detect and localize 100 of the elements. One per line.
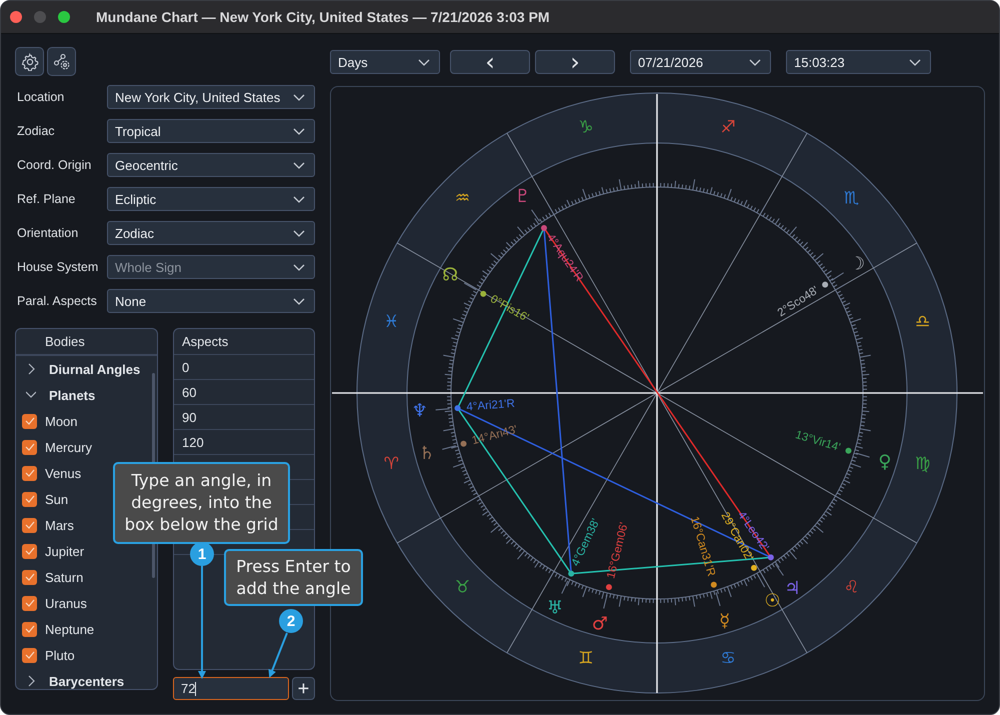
planet-glyph: ☉: [764, 590, 780, 612]
nodes-gear-icon: [52, 52, 70, 70]
leader-line: [856, 452, 870, 458]
column-header: Aspects: [174, 329, 314, 355]
dropdown[interactable]: Zodiac: [107, 221, 315, 245]
checkbox[interactable]: [22, 648, 37, 662]
planet-label: 4°Ari21'R: [466, 398, 516, 414]
table-cell[interactable]: 90: [182, 410, 196, 424]
tree-item[interactable]: Uranus: [45, 596, 87, 610]
sign-glyph: ♐: [720, 117, 736, 138]
tree-item[interactable]: Venus: [45, 466, 82, 480]
dropdown[interactable]: New York City, United States: [107, 85, 315, 109]
callout: Press Enter to add the angle: [224, 549, 363, 606]
sign-glyph: ♎: [915, 312, 930, 332]
leader-line: [435, 408, 450, 410]
chevron-down-icon: [293, 298, 305, 304]
checkbox[interactable]: [22, 518, 37, 532]
add-button[interactable]: +: [292, 677, 315, 700]
dropdown[interactable]: Ecliptic: [107, 187, 315, 211]
checkbox[interactable]: [22, 544, 37, 558]
check-icon: [24, 651, 34, 659]
gear-icon: [20, 52, 38, 70]
tree-group[interactable]: Planets: [49, 388, 96, 402]
sign-glyph: ♋: [720, 648, 736, 669]
leader-line: [531, 209, 540, 222]
next-button[interactable]: ›: [535, 50, 615, 74]
previous-button[interactable]: ‹: [450, 50, 530, 74]
leader-line: [774, 564, 784, 576]
input-field[interactable]: 72: [173, 677, 289, 700]
leader-line: [561, 580, 568, 594]
column-header: Bodies: [16, 329, 157, 356]
planet-glyph: ♆: [412, 400, 428, 422]
arrow: [268, 632, 288, 678]
chevron-down-icon: [909, 58, 921, 66]
dropdown[interactable]: Geocentric: [107, 153, 315, 177]
checkbox[interactable]: [22, 414, 37, 428]
check-icon: [24, 547, 34, 555]
planet-glyph: ♀: [878, 451, 892, 472]
leader-line: [831, 272, 844, 281]
sign-glyph: ♏: [844, 188, 860, 209]
table-cell[interactable]: 120: [182, 434, 204, 450]
chevron-down-icon: [293, 128, 305, 134]
tree-item[interactable]: Saturn: [45, 570, 84, 584]
chevron-down-icon: [293, 94, 305, 100]
expander-icon[interactable]: [26, 363, 36, 375]
check-icon: [24, 469, 34, 477]
checkbox[interactable]: [22, 596, 37, 610]
chevron-down-icon: [293, 162, 305, 168]
chevron-down-icon: [293, 230, 305, 236]
date-picker[interactable]: 07/21/2026: [630, 50, 771, 74]
check-icon: [24, 417, 34, 425]
check-icon: [24, 573, 34, 581]
checkbox[interactable]: [22, 492, 37, 506]
sign-glyph: ♌: [844, 577, 860, 598]
table-cell[interactable]: 0: [182, 360, 190, 374]
expander-icon[interactable]: [26, 675, 36, 687]
tree-group[interactable]: Barycenters: [49, 674, 124, 688]
tree-item[interactable]: Neptune: [45, 622, 94, 636]
check-icon: [24, 495, 34, 503]
planet-label: 14°Ari43': [470, 424, 519, 448]
leader-line: [442, 445, 456, 450]
settings-button[interactable]: [15, 47, 44, 76]
planet-glyph: ♅: [546, 598, 563, 618]
field-label: Ref. Plane: [16, 192, 76, 206]
zoom-button[interactable]: [58, 11, 70, 23]
planet-label: 13°Vir14': [794, 429, 842, 454]
sign-glyph: ♉: [454, 577, 470, 598]
tree-item[interactable]: Mars: [45, 518, 74, 532]
tree-item[interactable]: Moon: [45, 414, 78, 428]
dropdown[interactable]: None: [107, 289, 315, 313]
checkbox[interactable]: [22, 622, 37, 636]
sign-glyph: ♍: [915, 454, 930, 474]
tree-item[interactable]: Pluto: [45, 648, 75, 662]
tree-item[interactable]: Sun: [45, 492, 68, 506]
planet-glyph: ☽: [848, 254, 866, 275]
tree-item[interactable]: Jupiter: [45, 544, 84, 558]
dropdown[interactable]: Tropical: [107, 119, 315, 143]
planet-glyph: ♇: [514, 186, 531, 208]
table-cell[interactable]: 60: [182, 384, 196, 400]
checkbox[interactable]: [22, 440, 37, 454]
checkbox[interactable]: [22, 466, 37, 480]
checkbox[interactable]: [22, 570, 37, 584]
tree-item[interactable]: Mercury: [45, 440, 92, 454]
field-label: House System: [16, 260, 100, 274]
callout: Type an angle, in degrees, into the box below the grid: [113, 462, 290, 544]
field-label: Orientation: [16, 226, 80, 240]
field-label: Coord. Origin: [16, 158, 92, 172]
leader-line: [757, 574, 766, 588]
field-label: Location: [16, 90, 66, 104]
planet-glyph: ♄: [418, 442, 435, 464]
close-button[interactable]: [10, 11, 22, 23]
check-icon: [24, 599, 34, 607]
planet-glyph: ☿: [719, 610, 730, 632]
chevron-down-icon: [418, 58, 430, 66]
tree-group[interactable]: Diurnal Angles: [49, 362, 140, 376]
dropdown[interactable]: Days: [330, 50, 440, 74]
time-picker[interactable]: 15:03:23: [786, 50, 931, 74]
chevron-down-icon: [293, 196, 305, 202]
field-label: Zodiac: [16, 124, 56, 138]
network-settings-button[interactable]: [47, 47, 76, 76]
